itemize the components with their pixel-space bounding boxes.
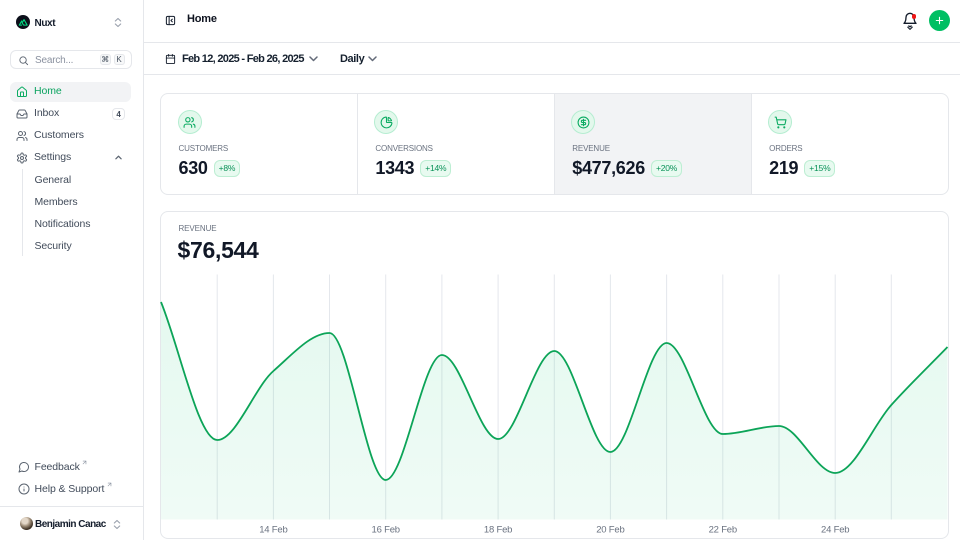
svg-text:18 Feb: 18 Feb <box>484 525 512 536</box>
svg-text:22 Feb: 22 Feb <box>709 525 737 536</box>
svg-text:14 Feb: 14 Feb <box>259 525 287 536</box>
svg-text:16 Feb: 16 Feb <box>372 525 400 536</box>
svg-text:24 Feb: 24 Feb <box>821 525 849 536</box>
svg-text:20 Feb: 20 Feb <box>596 525 624 536</box>
